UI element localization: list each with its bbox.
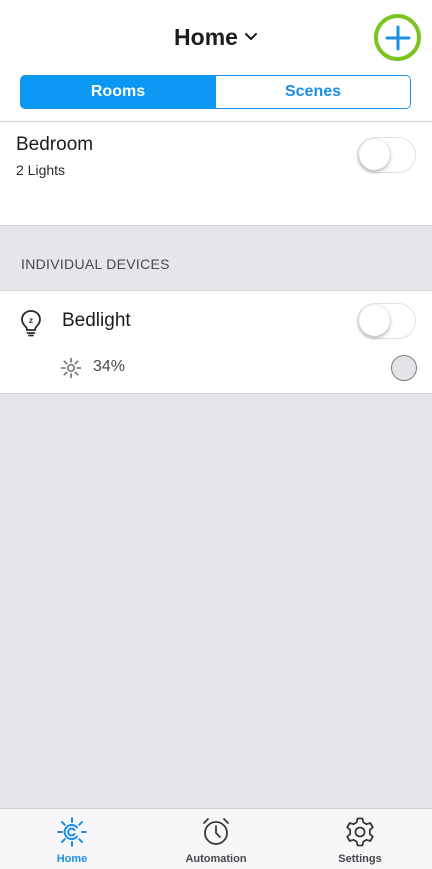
device-power-toggle[interactable]: [357, 303, 416, 339]
gear-icon: [346, 817, 374, 847]
tab-automation[interactable]: Automation: [144, 809, 288, 869]
segmented-control: Rooms Scenes: [20, 75, 411, 109]
room-name: Bedroom: [16, 134, 94, 155]
app-root: Home Rooms Scenes Bedroom 2 Lights INDIV…: [0, 0, 432, 869]
chevron-down-icon: [244, 33, 257, 40]
tab-label-automation: Automation: [185, 853, 247, 865]
tab-rooms[interactable]: Rooms: [21, 76, 215, 108]
device-select-circle[interactable]: [391, 355, 417, 381]
bulb-icon: z: [21, 310, 41, 337]
device-name: Bedlight: [62, 310, 131, 331]
svg-text:z: z: [29, 316, 33, 325]
tab-settings[interactable]: Settings: [288, 809, 432, 869]
add-button[interactable]: [374, 14, 421, 61]
section-header-individual-devices: INDIVIDUAL DEVICES: [21, 256, 170, 272]
home-logo-icon: [57, 817, 87, 847]
room-power-toggle[interactable]: [357, 137, 416, 173]
plus-icon: [385, 25, 410, 50]
brightness-value: 34%: [93, 358, 126, 375]
brightness-icon: [60, 357, 82, 379]
tab-scenes[interactable]: Scenes: [215, 76, 410, 108]
room-card-bedroom[interactable]: Bedroom 2 Lights: [0, 122, 432, 226]
home-selector[interactable]: Home: [0, 22, 432, 52]
page-title: Home: [174, 23, 238, 50]
device-card-bedlight[interactable]: z Bedlight 34%: [0, 290, 432, 394]
tab-home[interactable]: Home: [0, 809, 144, 869]
header: Home Rooms Scenes: [0, 0, 432, 122]
toggle-knob: [359, 305, 390, 336]
room-light-count: 2 Lights: [16, 162, 66, 178]
toggle-knob: [359, 139, 390, 170]
tab-label-settings: Settings: [338, 853, 382, 865]
alarm-clock-icon: [203, 818, 229, 845]
tab-label-home: Home: [56, 853, 88, 865]
tab-bar: Home Automation Settings: [0, 808, 432, 869]
